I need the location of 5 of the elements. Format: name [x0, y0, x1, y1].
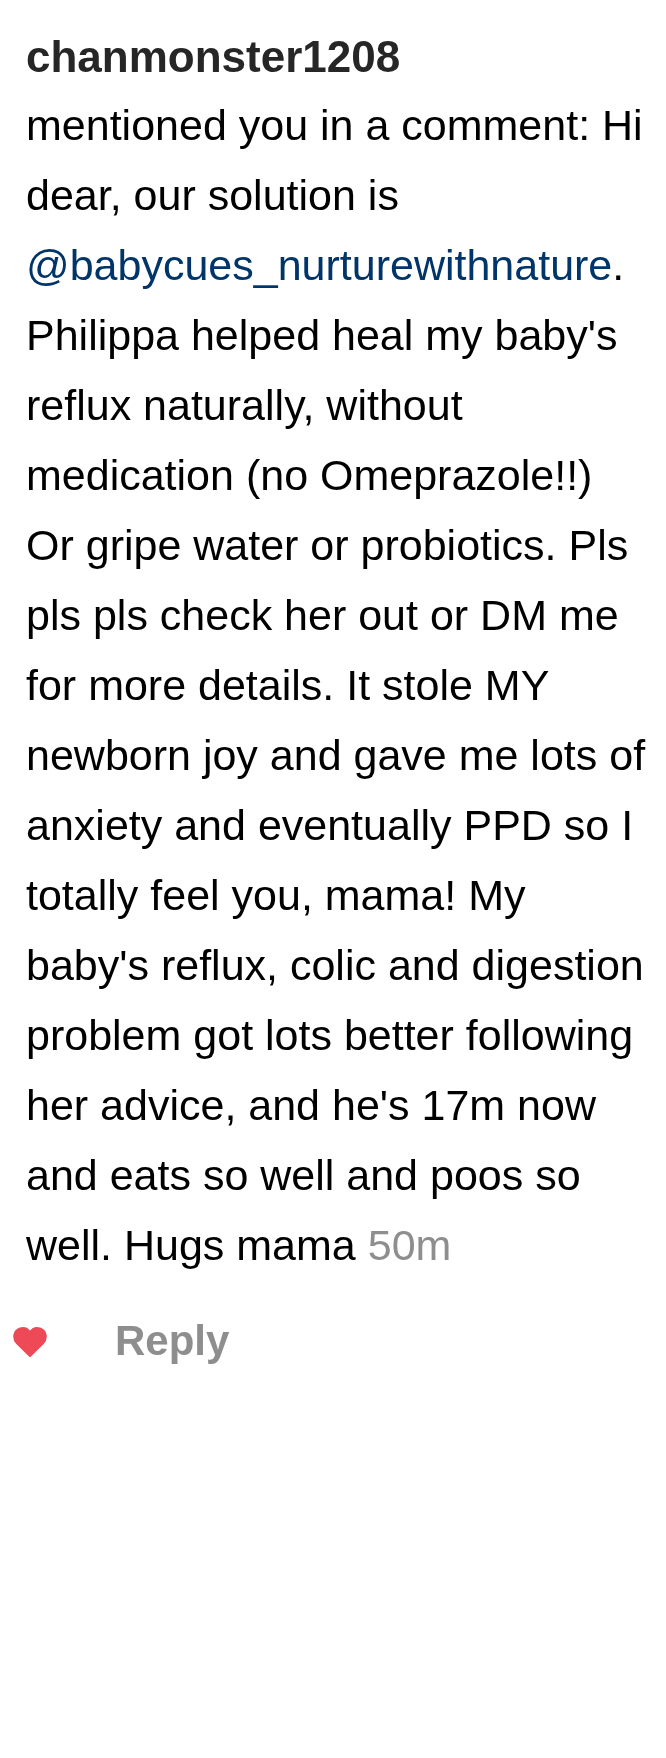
heart-icon[interactable] [13, 1325, 47, 1357]
mention-link[interactable]: @babycues_nurturewithnature [26, 241, 613, 289]
comment-text: mentioned you in a comment: Hi dear, our solution is @babycues_nurturewithnature. Philippa helped heal my baby's reflux naturally, without medication (no Omeprazole!!) Or gripe water or probiotics. Pls pls pls check her out or DM me for more details. It stole MY newborn joy and gave me lots of anxiety and eventually PPD so I totally feel you, mama! My baby's reflux, colic and digestion problem got lots better following her advice, and he's 17m now and eats so well and poos so well. Hugs mama 50m [26, 100, 646, 1271]
timestamp: 50m [367, 1221, 452, 1269]
username[interactable]: chanmonster1208 [26, 24, 401, 90]
